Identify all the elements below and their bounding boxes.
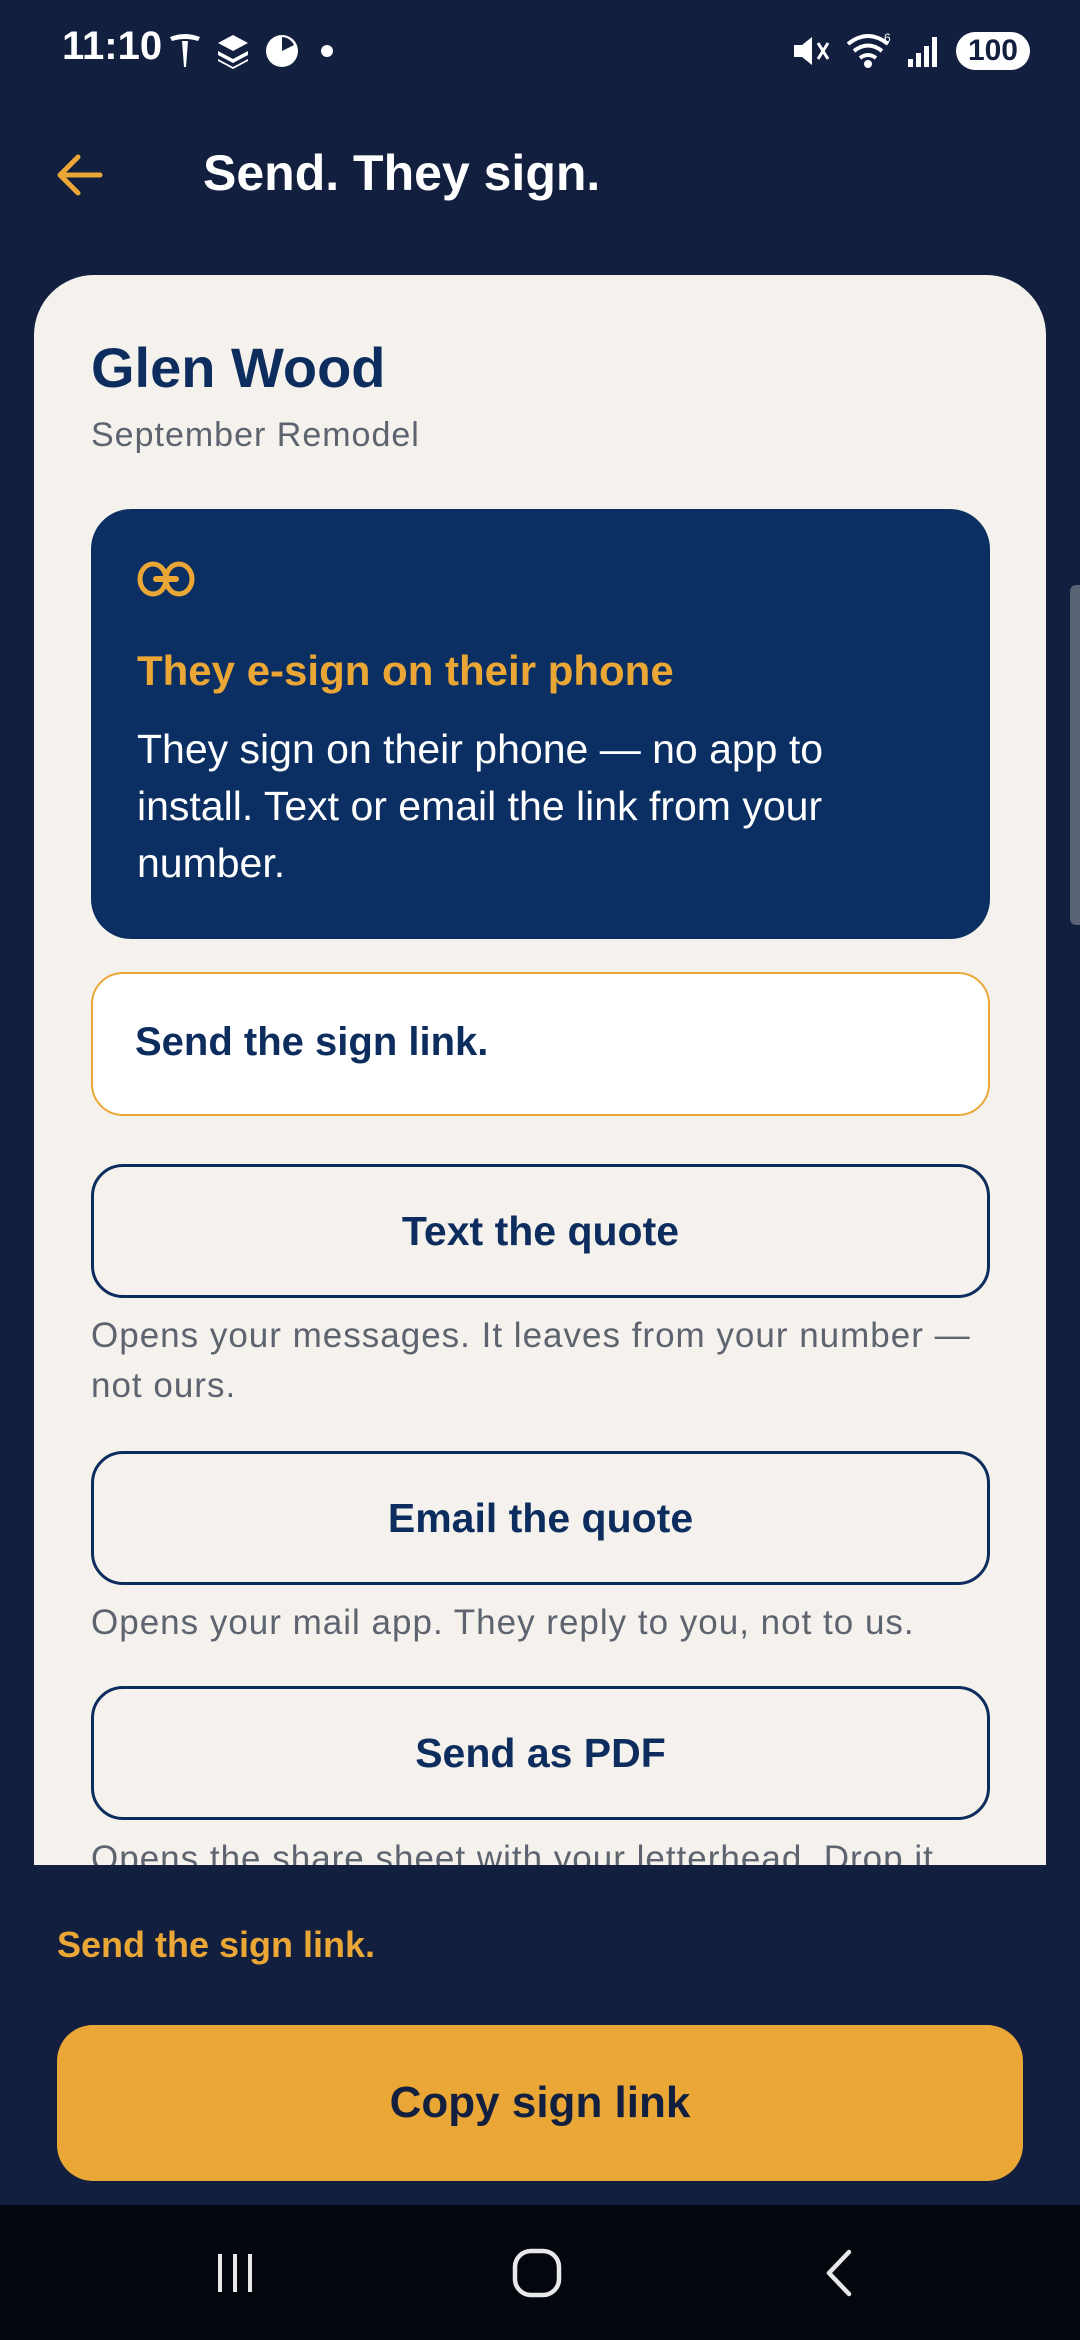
copy-sign-link-button[interactable]: Copy sign link	[57, 2025, 1023, 2181]
text-quote-button[interactable]: Text the quote	[91, 1164, 990, 1298]
send-pdf-helper: Opens the share sheet with your letterhe…	[91, 1839, 934, 1865]
battery-icon: 100	[955, 32, 1030, 70]
project-name: September Remodel	[91, 416, 420, 454]
home-icon	[512, 2248, 562, 2298]
send-sign-link-label: Send the sign link.	[135, 1020, 489, 1064]
status-left-icons	[168, 26, 342, 76]
svg-text:6: 6	[884, 32, 891, 45]
client-name: Glen Wood	[91, 336, 386, 399]
info-body: They sign on their phone — no app to ins…	[137, 726, 824, 886]
send-pdf-button[interactable]: Send as PDF	[91, 1686, 990, 1820]
home-button[interactable]	[497, 2243, 577, 2303]
layers-icon	[218, 35, 248, 69]
link-icon	[137, 561, 195, 597]
status-right-icons: 6 100	[790, 26, 1030, 76]
nav-back-button[interactable]	[800, 2243, 880, 2303]
dot-icon	[321, 45, 333, 57]
pie-icon	[266, 35, 298, 67]
system-nav-bar	[0, 2205, 1080, 2340]
info-title: They e-sign on their phone	[137, 647, 674, 694]
status-bar: 11:10 6 100	[0, 0, 1080, 100]
wifi-icon: 6	[846, 32, 891, 68]
back-chevron-icon	[826, 2249, 852, 2297]
email-quote-helper: Opens your mail app. They reply to you, …	[91, 1603, 915, 1642]
back-button[interactable]	[50, 145, 110, 205]
status-time: 11:10	[62, 24, 163, 68]
recents-icon	[218, 2254, 252, 2292]
tesla-icon	[170, 34, 200, 67]
mute-icon	[793, 37, 830, 65]
info-box: They e-sign on their phone They sign on …	[91, 509, 990, 939]
send-sign-link-option[interactable]: Send the sign link.	[91, 972, 990, 1116]
send-card: Glen Wood September Remodel They e-sign …	[34, 275, 1046, 1865]
scrollbar[interactable]	[1070, 585, 1080, 925]
arrow-left-icon	[57, 154, 103, 196]
signal-icon	[907, 37, 937, 67]
page-title: Send. They sign.	[203, 145, 601, 201]
email-quote-button[interactable]: Email the quote	[91, 1451, 990, 1585]
text-quote-helper: Opens your messages. It leaves from your…	[91, 1316, 971, 1405]
footer-hint: Send the sign link.	[57, 1924, 376, 1965]
recents-button[interactable]	[195, 2243, 275, 2303]
app-bar: Send. They sign.	[0, 130, 1080, 220]
